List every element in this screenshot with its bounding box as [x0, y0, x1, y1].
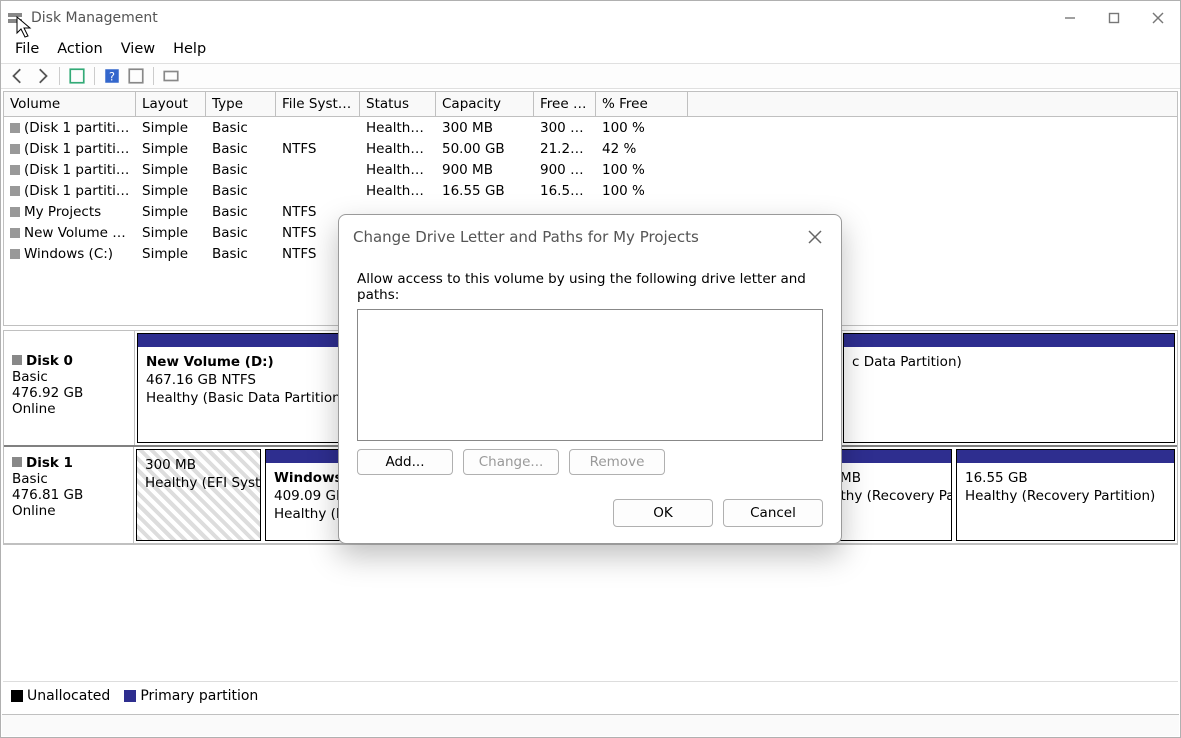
remove-button[interactable]: Remove	[569, 449, 665, 475]
dialog-close-icon[interactable]	[803, 225, 827, 249]
dialog-titlebar: Change Drive Letter and Paths for My Pro…	[339, 215, 841, 257]
disk-icon	[12, 355, 22, 365]
volume-icon	[10, 123, 20, 133]
table-row[interactable]: (Disk 1 partitio...SimpleBasicHealthy ..…	[4, 117, 1177, 138]
change-button[interactable]: Change...	[463, 449, 559, 475]
toolbar-separator	[59, 67, 60, 85]
close-button[interactable]	[1136, 1, 1180, 35]
volume-icon	[10, 207, 20, 217]
toolbar: ?	[1, 63, 1180, 89]
col-type[interactable]: Type	[206, 92, 276, 116]
toolbar-icon-3[interactable]	[162, 67, 180, 85]
volume-icon	[10, 228, 20, 238]
toolbar-separator	[94, 67, 95, 85]
add-button[interactable]: Add...	[357, 449, 453, 475]
menu-help[interactable]: Help	[169, 39, 210, 59]
menu-file[interactable]: File	[11, 39, 43, 59]
col-volume[interactable]: Volume	[4, 92, 136, 116]
forward-icon[interactable]	[33, 67, 51, 85]
volume-icon	[10, 144, 20, 154]
col-status[interactable]: Status	[360, 92, 436, 116]
toolbar-icon-2[interactable]	[127, 67, 145, 85]
volume-icon	[10, 249, 20, 259]
toolbar-icon-1[interactable]	[68, 67, 86, 85]
col-pctfree[interactable]: % Free	[596, 92, 688, 116]
window-controls	[1048, 1, 1180, 35]
legend: Unallocated Primary partition	[3, 681, 1178, 710]
disk-icon	[12, 457, 22, 467]
col-free[interactable]: Free S...	[534, 92, 596, 116]
partition[interactable]: c Data Partition)	[843, 333, 1175, 443]
change-drive-letter-dialog: Change Drive Letter and Paths for My Pro…	[338, 214, 842, 544]
window-title: Disk Management	[31, 10, 1048, 26]
column-headers: Volume Layout Type File System Status Ca…	[4, 92, 1177, 117]
col-capacity[interactable]: Capacity	[436, 92, 534, 116]
minimize-button[interactable]	[1048, 1, 1092, 35]
dialog-instruction: Allow access to this volume by using the…	[357, 271, 823, 303]
toolbar-separator	[153, 67, 154, 85]
table-row[interactable]: (Disk 1 partitio...SimpleBasicHealthy ..…	[4, 180, 1177, 201]
help-icon[interactable]: ?	[103, 67, 121, 85]
menu-action[interactable]: Action	[53, 39, 106, 59]
table-row[interactable]: (Disk 1 partitio...SimpleBasicNTFSHealth…	[4, 138, 1177, 159]
app-icon	[7, 10, 23, 26]
col-filesystem[interactable]: File System	[276, 92, 360, 116]
partition[interactable]: 300 MBHealthy (EFI Syste	[136, 449, 261, 541]
maximize-button[interactable]	[1092, 1, 1136, 35]
menu-view[interactable]: View	[117, 39, 159, 59]
table-row[interactable]: (Disk 1 partitio...SimpleBasicHealthy ..…	[4, 159, 1177, 180]
col-layout[interactable]: Layout	[136, 92, 206, 116]
menubar: File Action View Help	[1, 35, 1180, 63]
partition[interactable]: 16.55 GBHealthy (Recovery Partition)	[956, 449, 1175, 541]
back-icon[interactable]	[9, 67, 27, 85]
disk-label[interactable]: Disk 0Basic476.92 GBOnline	[4, 331, 135, 445]
cancel-button[interactable]: Cancel	[723, 499, 823, 527]
disk-label[interactable]: Disk 1Basic476.81 GBOnline	[4, 447, 134, 543]
titlebar: Disk Management	[1, 1, 1180, 35]
volume-icon	[10, 165, 20, 175]
statusbar	[2, 714, 1179, 736]
legend-unallocated: Unallocated	[11, 688, 110, 704]
volume-icon	[10, 186, 20, 196]
paths-listbox[interactable]	[357, 309, 823, 441]
legend-primary: Primary partition	[124, 688, 258, 704]
svg-text:?: ?	[109, 71, 115, 84]
dialog-title: Change Drive Letter and Paths for My Pro…	[353, 228, 803, 246]
ok-button[interactable]: OK	[613, 499, 713, 527]
